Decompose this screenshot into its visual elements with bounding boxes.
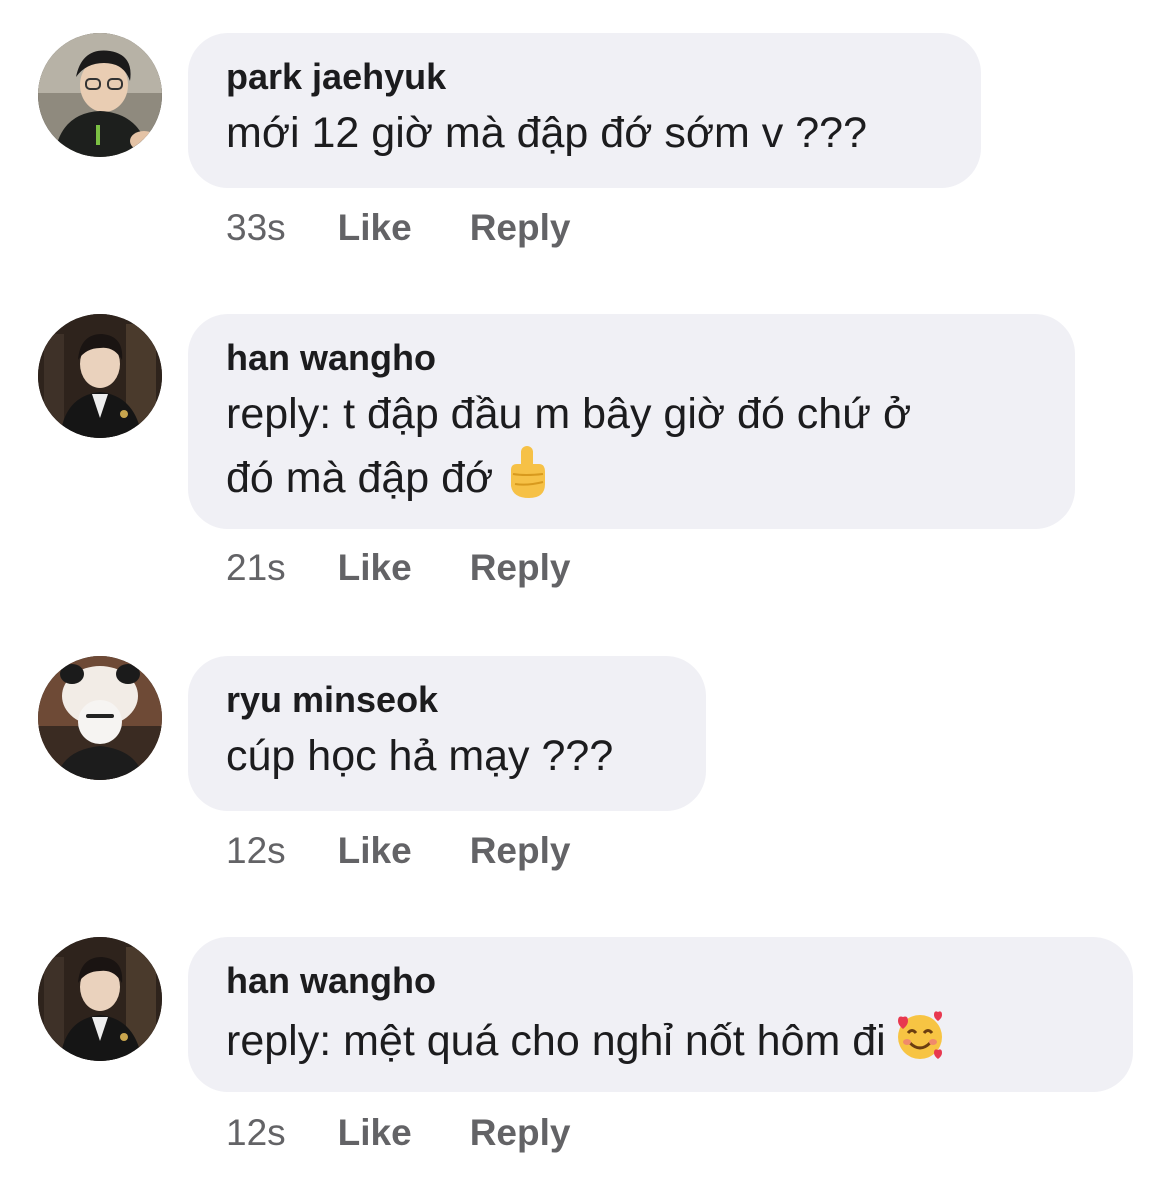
avatar[interactable] — [38, 937, 162, 1061]
comment-text: mới 12 giờ mà đập đớ sớm v ??? — [226, 109, 867, 157]
comment-timestamp: 12s — [226, 830, 286, 871]
reply-button[interactable]: Reply — [470, 1112, 571, 1153]
avatar[interactable] — [38, 314, 162, 438]
comment-author[interactable]: han wangho — [226, 959, 1095, 1003]
avatar[interactable] — [38, 33, 162, 157]
comment-author[interactable]: park jaehyuk — [226, 55, 943, 99]
comment-actions: 12s Like Reply — [226, 829, 570, 873]
comment-bubble[interactable]: ryu minseok cúp học hả mạy ??? — [188, 656, 706, 811]
comment-timestamp: 33s — [226, 207, 286, 248]
reply-button[interactable]: Reply — [470, 547, 571, 588]
comment-text: cúp học hả mạy ??? — [226, 732, 614, 780]
comment-text: reply: t đập đầu m bây giờ đó chứ ở đó m… — [226, 384, 1037, 508]
like-button[interactable]: Like — [338, 830, 412, 871]
comment-text-fragment: reply: mệt quá cho nghỉ nốt hôm đi — [226, 1017, 886, 1065]
middle-finger-emoji — [501, 444, 553, 500]
comment-bubble[interactable]: han wangho reply: mệt quá cho nghỉ nốt h… — [188, 937, 1133, 1092]
comment-author[interactable]: ryu minseok — [226, 678, 668, 722]
comment-actions: 33s Like Reply — [226, 206, 570, 250]
like-button[interactable]: Like — [338, 547, 412, 588]
like-button[interactable]: Like — [338, 1112, 412, 1153]
comment-timestamp: 12s — [226, 1112, 286, 1153]
like-button[interactable]: Like — [338, 207, 412, 248]
reply-button[interactable]: Reply — [470, 207, 571, 248]
avatar[interactable] — [38, 656, 162, 780]
comment-bubble[interactable]: han wangho reply: t đập đầu m bây giờ đó… — [188, 314, 1075, 529]
comment-text-line: đó mà đập đớ — [226, 444, 1037, 508]
comment-author[interactable]: han wangho — [226, 336, 1037, 380]
comment-bubble[interactable]: park jaehyuk mới 12 giờ mà đập đớ sớm v … — [188, 33, 981, 188]
comment-actions: 12s Like Reply — [226, 1111, 570, 1155]
comment-text-fragment: đó mà đập đớ — [226, 454, 494, 502]
smiling-face-with-hearts-emoji — [894, 1007, 946, 1063]
comment-timestamp: 21s — [226, 547, 286, 588]
comment-text-line: reply: t đập đầu m bây giờ đó chứ ở — [226, 390, 912, 438]
reply-button[interactable]: Reply — [470, 830, 571, 871]
comment-actions: 21s Like Reply — [226, 546, 570, 590]
comment-text: reply: mệt quá cho nghỉ nốt hôm đi — [226, 1007, 1095, 1071]
